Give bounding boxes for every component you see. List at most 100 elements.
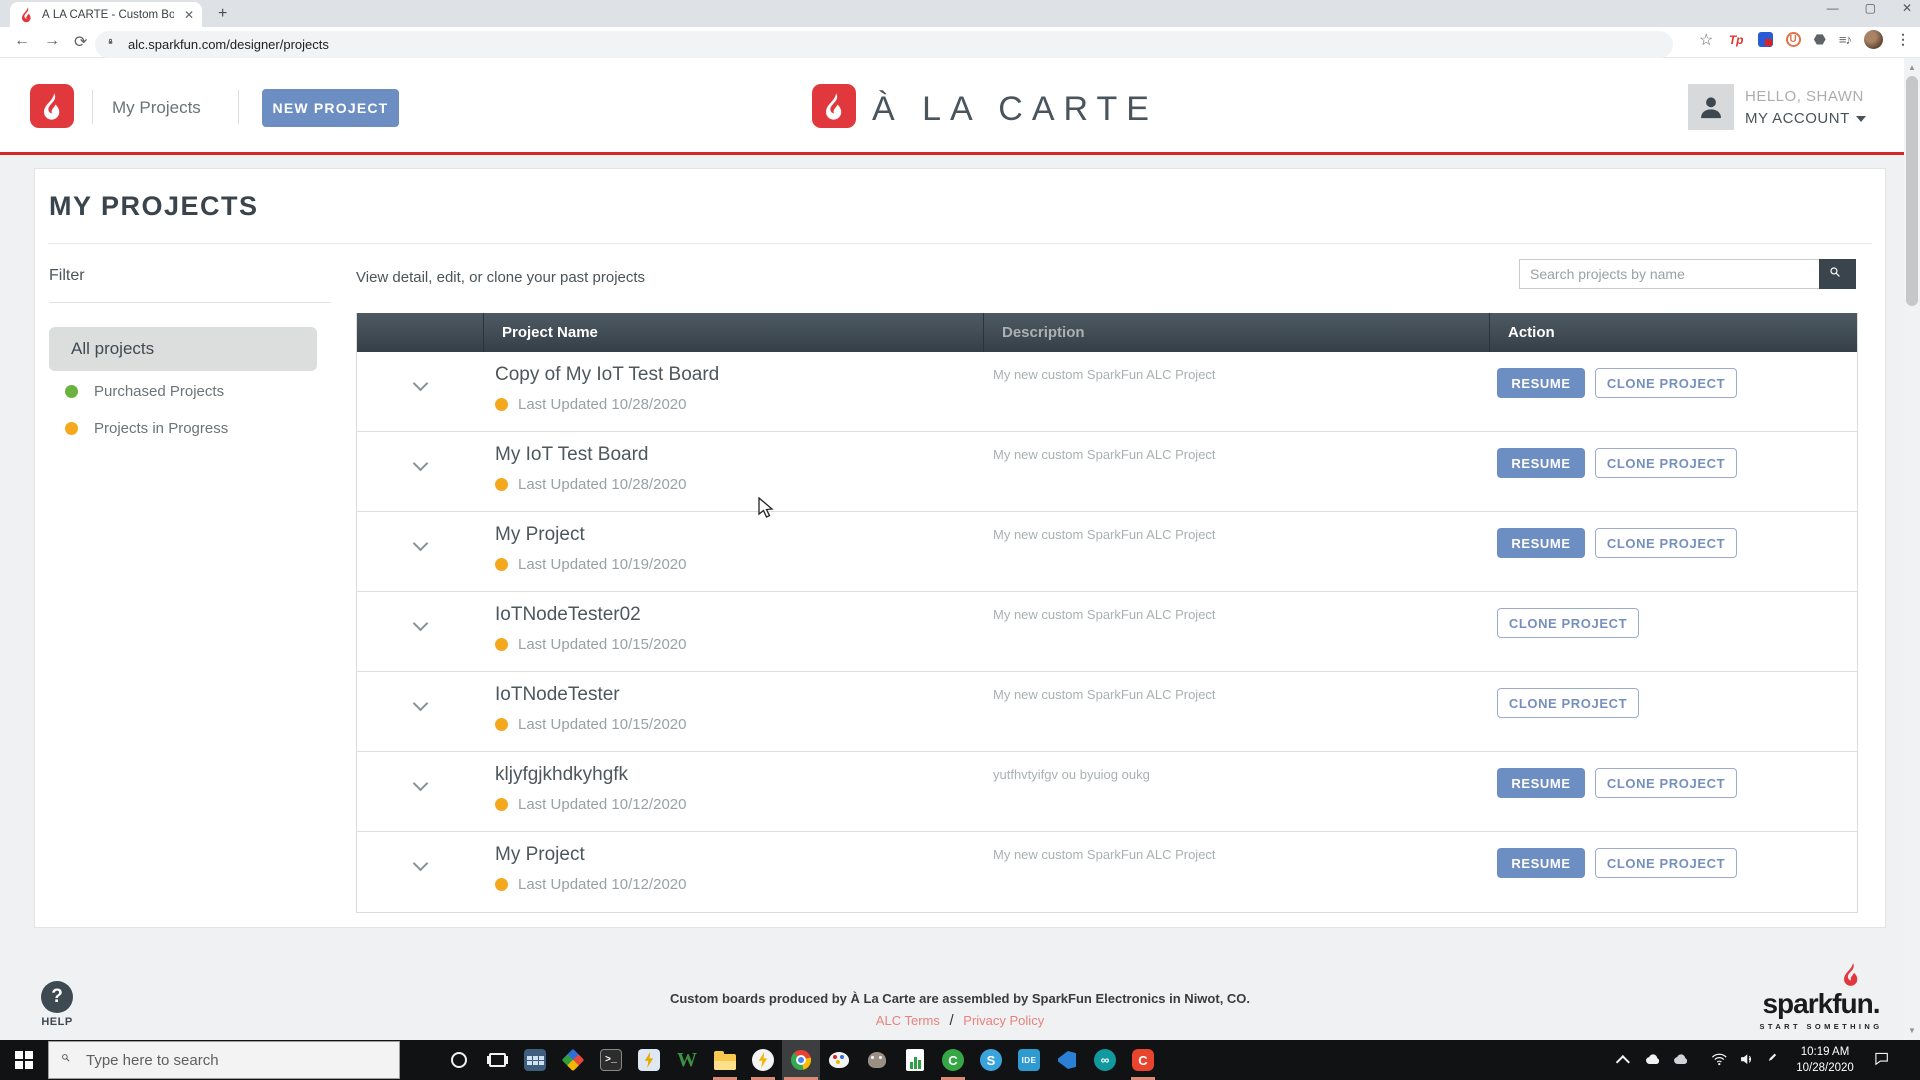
orange-status-dot <box>495 558 508 571</box>
project-name-link[interactable]: My Project <box>483 512 983 546</box>
browser-menu-kebab-icon[interactable]: ⋮ <box>1896 31 1910 48</box>
file-explorer-icon[interactable] <box>706 1040 744 1080</box>
winamp-icon[interactable] <box>744 1040 782 1080</box>
search-button[interactable] <box>1819 259 1856 289</box>
task-view-icon[interactable] <box>478 1040 516 1080</box>
expand-row-button[interactable] <box>357 592 483 671</box>
filter-purchased-projects[interactable]: Purchased Projects <box>65 383 224 400</box>
camtasia-recorder-icon[interactable]: C <box>1124 1040 1162 1080</box>
header-divider <box>238 90 239 124</box>
skype-icon[interactable]: S <box>972 1040 1010 1080</box>
clone-project-button[interactable]: CLONE PROJECT <box>1595 368 1737 398</box>
scroll-up-icon[interactable]: ▲ <box>1904 63 1920 72</box>
filter-projects-in-progress[interactable]: Projects in Progress <box>65 420 228 437</box>
clone-project-button[interactable]: CLONE PROJECT <box>1595 768 1737 798</box>
privacy-policy-link[interactable]: Privacy Policy <box>963 1013 1044 1028</box>
command-prompt-icon[interactable]: >_ <box>592 1040 630 1080</box>
project-name-link[interactable]: My IoT Test Board <box>483 432 983 466</box>
chrome-icon[interactable] <box>782 1040 820 1080</box>
resume-button[interactable]: RESUME <box>1497 768 1585 798</box>
scroll-down-icon[interactable]: ▼ <box>1904 1026 1920 1035</box>
expand-row-button[interactable] <box>357 432 483 511</box>
tab-title: À LA CARTE - Custom Board Crea <box>42 9 174 21</box>
cortana-icon[interactable] <box>440 1040 478 1080</box>
paint-icon[interactable] <box>820 1040 858 1080</box>
password-shield-extension-icon[interactable] <box>1758 32 1773 47</box>
project-name-link[interactable]: My Project <box>483 832 983 866</box>
project-name-link[interactable]: kljyfgjkhdkyhgfk <box>483 752 983 786</box>
project-name-link[interactable]: IoTNodeTester <box>483 672 983 706</box>
action-center-icon[interactable] <box>1868 1040 1898 1080</box>
sparkfun-logo-tile[interactable] <box>30 84 74 128</box>
putty-icon[interactable] <box>630 1040 668 1080</box>
resume-button[interactable]: RESUME <box>1497 448 1585 478</box>
resume-button[interactable]: RESUME <box>1497 368 1585 398</box>
filter-all-projects[interactable]: All projects <box>49 327 317 371</box>
clone-project-button[interactable]: CLONE PROJECT <box>1595 448 1737 478</box>
windows-ink-pen-icon[interactable] <box>1762 1040 1788 1080</box>
volume-icon[interactable] <box>1736 1040 1762 1080</box>
camtasia-icon[interactable]: C <box>934 1040 972 1080</box>
calculator-icon[interactable] <box>516 1040 554 1080</box>
alc-terms-link[interactable]: ALC Terms <box>876 1013 940 1028</box>
u-extension-icon[interactable]: U <box>1786 32 1801 47</box>
backup-cloud-icon[interactable] <box>1642 1040 1668 1080</box>
expand-row-button[interactable] <box>357 832 483 912</box>
alacarte-logo-tile[interactable] <box>812 84 856 128</box>
onedrive-cloud-icon[interactable] <box>1670 1040 1696 1080</box>
nav-my-projects[interactable]: My Projects <box>112 98 201 118</box>
vscode-icon[interactable] <box>1048 1040 1086 1080</box>
gimp-icon[interactable] <box>858 1040 896 1080</box>
browser-profile-avatar[interactable] <box>1864 30 1883 49</box>
header-divider <box>92 90 93 124</box>
window-maximize-icon[interactable]: ▢ <box>1865 1 1876 15</box>
clone-project-button[interactable]: CLONE PROJECT <box>1497 688 1639 718</box>
new-tab-button[interactable]: + <box>218 5 227 23</box>
back-icon[interactable]: ← <box>14 32 30 50</box>
clone-project-button[interactable]: CLONE PROJECT <box>1595 848 1737 878</box>
address-bar[interactable]: alc.sparkfun.com/designer/projects <box>95 31 1673 58</box>
taskbar-search-input[interactable] <box>86 1052 326 1069</box>
new-project-button[interactable]: NEW PROJECT <box>262 89 399 127</box>
clone-project-button[interactable]: CLONE PROJECT <box>1497 608 1639 638</box>
window-minimize-icon[interactable]: — <box>1827 1 1839 15</box>
arduino-icon[interactable]: ∞ <box>1086 1040 1124 1080</box>
project-description: My new custom SparkFun ALC Project <box>983 352 1489 431</box>
expand-row-button[interactable] <box>357 512 483 591</box>
expand-row-button[interactable] <box>357 352 483 431</box>
tampermonkey-extension-icon[interactable]: Tp <box>1728 31 1745 48</box>
expand-row-button[interactable] <box>357 672 483 751</box>
extensions-puzzle-icon[interactable]: ⬣ <box>1814 31 1826 48</box>
taskbar-search[interactable] <box>48 1041 400 1079</box>
scrollbar-thumb[interactable] <box>1906 76 1918 306</box>
project-name-link[interactable]: Copy of My IoT Test Board <box>483 352 983 386</box>
wifi-icon[interactable] <box>1708 1040 1734 1080</box>
media-playlist-icon[interactable]: ≡♪ <box>1839 32 1851 47</box>
alacarte-wordmark[interactable]: À LA CARTE <box>872 90 1158 129</box>
hidden-icons-chevron[interactable] <box>1612 1040 1638 1080</box>
window-close-icon[interactable]: ✕ <box>1902 1 1912 15</box>
clone-project-button[interactable]: CLONE PROJECT <box>1595 528 1737 558</box>
page-scrollbar[interactable]: ▲ ▼ <box>1904 58 1920 1040</box>
table-intro-text: View detail, edit, or clone your past pr… <box>356 269 645 286</box>
taskbar-clock[interactable]: 10:19 AM 10/28/2020 <box>1788 1040 1862 1080</box>
ide-icon[interactable]: IDE <box>1010 1040 1048 1080</box>
expand-row-button[interactable] <box>357 752 483 831</box>
reload-icon[interactable]: ⟳ <box>74 32 87 52</box>
forward-icon[interactable]: → <box>44 32 60 50</box>
footer-note: Custom boards produced by À La Carte are… <box>0 991 1920 1006</box>
account-avatar[interactable] <box>1688 84 1734 130</box>
browser-tab[interactable]: À LA CARTE - Custom Board Crea ✕ <box>10 2 202 27</box>
tab-close-icon[interactable]: ✕ <box>184 8 194 22</box>
word-w-icon[interactable]: W <box>668 1040 706 1080</box>
search-input[interactable] <box>1519 259 1819 289</box>
sparkfun-footer-logo: sparkfun. START SOMETHING <box>1748 961 1894 1031</box>
chart-app-icon[interactable] <box>896 1040 934 1080</box>
resume-button[interactable]: RESUME <box>1497 848 1585 878</box>
my-account-menu[interactable]: MY ACCOUNT <box>1745 110 1866 127</box>
bookmark-star-icon[interactable]: ☆ <box>1698 31 1715 48</box>
start-button[interactable] <box>0 1040 48 1080</box>
project-name-link[interactable]: IoTNodeTester02 <box>483 592 983 626</box>
photo-app-icon[interactable] <box>554 1040 592 1080</box>
resume-button[interactable]: RESUME <box>1497 528 1585 558</box>
